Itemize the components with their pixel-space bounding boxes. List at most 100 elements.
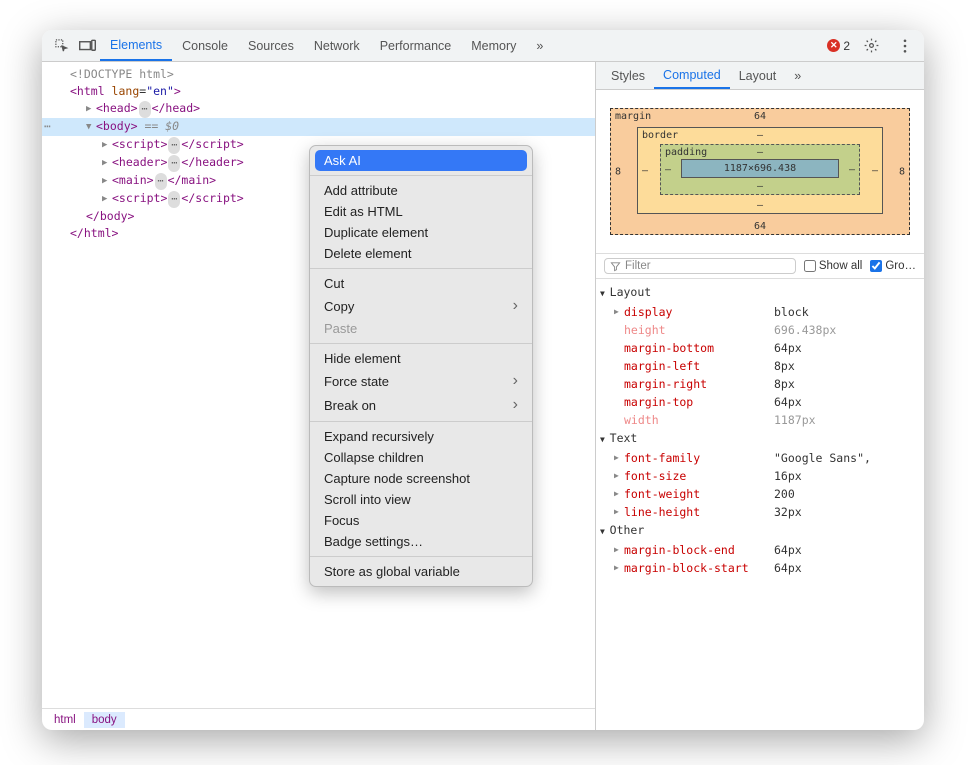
- inspect-icon[interactable]: [48, 33, 74, 59]
- bm-margin-top: 64: [686, 111, 835, 122]
- menu-copy[interactable]: Copy: [310, 294, 532, 318]
- crumb-html[interactable]: html: [46, 712, 84, 728]
- error-icon: ✕: [827, 39, 840, 52]
- bm-border[interactable]: border – – – – padding – – – – 11: [637, 127, 883, 214]
- bm-padding-top: –: [711, 147, 810, 158]
- styles-sidebar: Styles Computed Layout » margin 64 64 8 …: [596, 62, 924, 730]
- prop-margin-right[interactable]: margin-right8px: [600, 375, 924, 393]
- group-text: Text font-family"Google Sans", font-size…: [596, 429, 924, 521]
- menu-collapse[interactable]: Collapse children: [310, 447, 532, 468]
- group-layout: Layout displayblock height696.438px marg…: [596, 283, 924, 429]
- menu-focus[interactable]: Focus: [310, 510, 532, 531]
- group-checkbox[interactable]: Gro…: [870, 260, 916, 272]
- tab-more[interactable]: »: [526, 30, 553, 61]
- menu-break-on[interactable]: Break on: [310, 393, 532, 417]
- bm-border-top: –: [699, 130, 821, 141]
- subtab-computed[interactable]: Computed: [654, 62, 730, 89]
- bm-padding-bottom: –: [711, 181, 810, 192]
- bm-border-label: border: [642, 130, 678, 141]
- prop-margin-left[interactable]: margin-left8px: [600, 357, 924, 375]
- main-toolbar: Elements Console Sources Network Perform…: [42, 30, 924, 62]
- bm-padding[interactable]: padding – – – – 1187×696.438: [660, 144, 860, 195]
- menu-expand[interactable]: Expand recursively: [310, 426, 532, 447]
- device-icon[interactable]: [74, 33, 100, 59]
- menu-add-attribute[interactable]: Add attribute: [310, 180, 532, 201]
- prop-font-family[interactable]: font-family"Google Sans",: [600, 449, 924, 467]
- show-all-checkbox[interactable]: Show all: [804, 260, 862, 272]
- bm-border-left: –: [642, 165, 648, 176]
- tab-memory[interactable]: Memory: [461, 30, 526, 61]
- menu-paste: Paste: [310, 318, 532, 339]
- group-text-title[interactable]: Text: [600, 429, 924, 449]
- prop-line-height[interactable]: line-height32px: [600, 503, 924, 521]
- bm-margin-right: 8: [899, 166, 905, 177]
- filter-input[interactable]: Filter: [604, 258, 796, 274]
- context-menu: Ask AI Add attribute Edit as HTML Duplic…: [309, 145, 533, 587]
- bm-padding-label: padding: [665, 147, 707, 158]
- more-vert-icon[interactable]: [892, 33, 918, 59]
- prop-margin-block-end[interactable]: margin-block-end64px: [600, 541, 924, 559]
- subtab-styles[interactable]: Styles: [602, 62, 654, 89]
- group-label: Gro…: [885, 260, 916, 272]
- show-all-label: Show all: [819, 260, 862, 272]
- prop-margin-bottom[interactable]: margin-bottom64px: [600, 339, 924, 357]
- dom-doctype[interactable]: <!DOCTYPE html>: [42, 66, 595, 83]
- group-other-title[interactable]: Other: [600, 521, 924, 541]
- filter-icon: [610, 261, 621, 272]
- prop-font-size[interactable]: font-size16px: [600, 467, 924, 485]
- error-count[interactable]: ✕ 2: [827, 39, 850, 53]
- group-other: Other margin-block-end64px margin-block-…: [596, 521, 924, 577]
- prop-margin-block-start[interactable]: margin-block-start64px: [600, 559, 924, 577]
- tab-sources[interactable]: Sources: [238, 30, 304, 61]
- group-layout-title[interactable]: Layout: [600, 283, 924, 303]
- prop-height[interactable]: height696.438px: [600, 321, 924, 339]
- menu-hide[interactable]: Hide element: [310, 348, 532, 369]
- bm-margin[interactable]: margin 64 64 8 8 border – – – – paddin: [610, 108, 910, 235]
- filter-row: Filter Show all Gro…: [596, 253, 924, 279]
- menu-delete[interactable]: Delete element: [310, 243, 532, 264]
- bm-border-right: –: [872, 165, 878, 176]
- toolbar-right: ✕ 2: [827, 33, 918, 59]
- bm-padding-left: –: [665, 164, 671, 175]
- bm-border-bottom: –: [699, 200, 821, 211]
- prop-font-weight[interactable]: font-weight200: [600, 485, 924, 503]
- dom-body-selected[interactable]: <body> == $0: [42, 118, 595, 136]
- tab-network[interactable]: Network: [304, 30, 370, 61]
- dom-head[interactable]: <head>⋯</head>: [42, 100, 595, 118]
- prop-display[interactable]: displayblock: [600, 303, 924, 321]
- subtab-more[interactable]: »: [785, 62, 810, 89]
- menu-sep: [310, 343, 532, 344]
- menu-force-state[interactable]: Force state: [310, 369, 532, 393]
- dom-html-open[interactable]: <html lang="en">: [42, 83, 595, 100]
- prop-width[interactable]: width1187px: [600, 411, 924, 429]
- bm-content[interactable]: 1187×696.438: [681, 159, 839, 178]
- tab-console[interactable]: Console: [172, 30, 238, 61]
- menu-capture[interactable]: Capture node screenshot: [310, 468, 532, 489]
- tab-performance[interactable]: Performance: [370, 30, 462, 61]
- menu-ask-ai[interactable]: Ask AI: [315, 150, 527, 171]
- error-count-value: 2: [843, 39, 850, 53]
- crumb-body[interactable]: body: [84, 712, 125, 728]
- menu-sep: [310, 421, 532, 422]
- menu-edit-html[interactable]: Edit as HTML: [310, 201, 532, 222]
- sidebar-tabs: Styles Computed Layout »: [596, 62, 924, 90]
- bm-padding-right: –: [849, 164, 855, 175]
- menu-sep: [310, 175, 532, 176]
- bm-margin-label: margin: [615, 111, 651, 122]
- subtab-layout[interactable]: Layout: [730, 62, 786, 89]
- menu-store-global[interactable]: Store as global variable: [310, 561, 532, 582]
- box-model[interactable]: margin 64 64 8 8 border – – – – paddin: [596, 90, 924, 253]
- prop-margin-top[interactable]: margin-top64px: [600, 393, 924, 411]
- menu-sep: [310, 268, 532, 269]
- bm-margin-bottom: 64: [686, 221, 835, 232]
- tab-elements[interactable]: Elements: [100, 30, 172, 61]
- filter-placeholder: Filter: [625, 260, 651, 272]
- menu-badge[interactable]: Badge settings…: [310, 531, 532, 552]
- menu-duplicate[interactable]: Duplicate element: [310, 222, 532, 243]
- panel-tabs: Elements Console Sources Network Perform…: [100, 30, 553, 61]
- computed-props[interactable]: Layout displayblock height696.438px marg…: [596, 279, 924, 730]
- gear-icon[interactable]: [858, 33, 884, 59]
- menu-cut[interactable]: Cut: [310, 273, 532, 294]
- devtools-window: Elements Console Sources Network Perform…: [42, 30, 924, 730]
- menu-scroll[interactable]: Scroll into view: [310, 489, 532, 510]
